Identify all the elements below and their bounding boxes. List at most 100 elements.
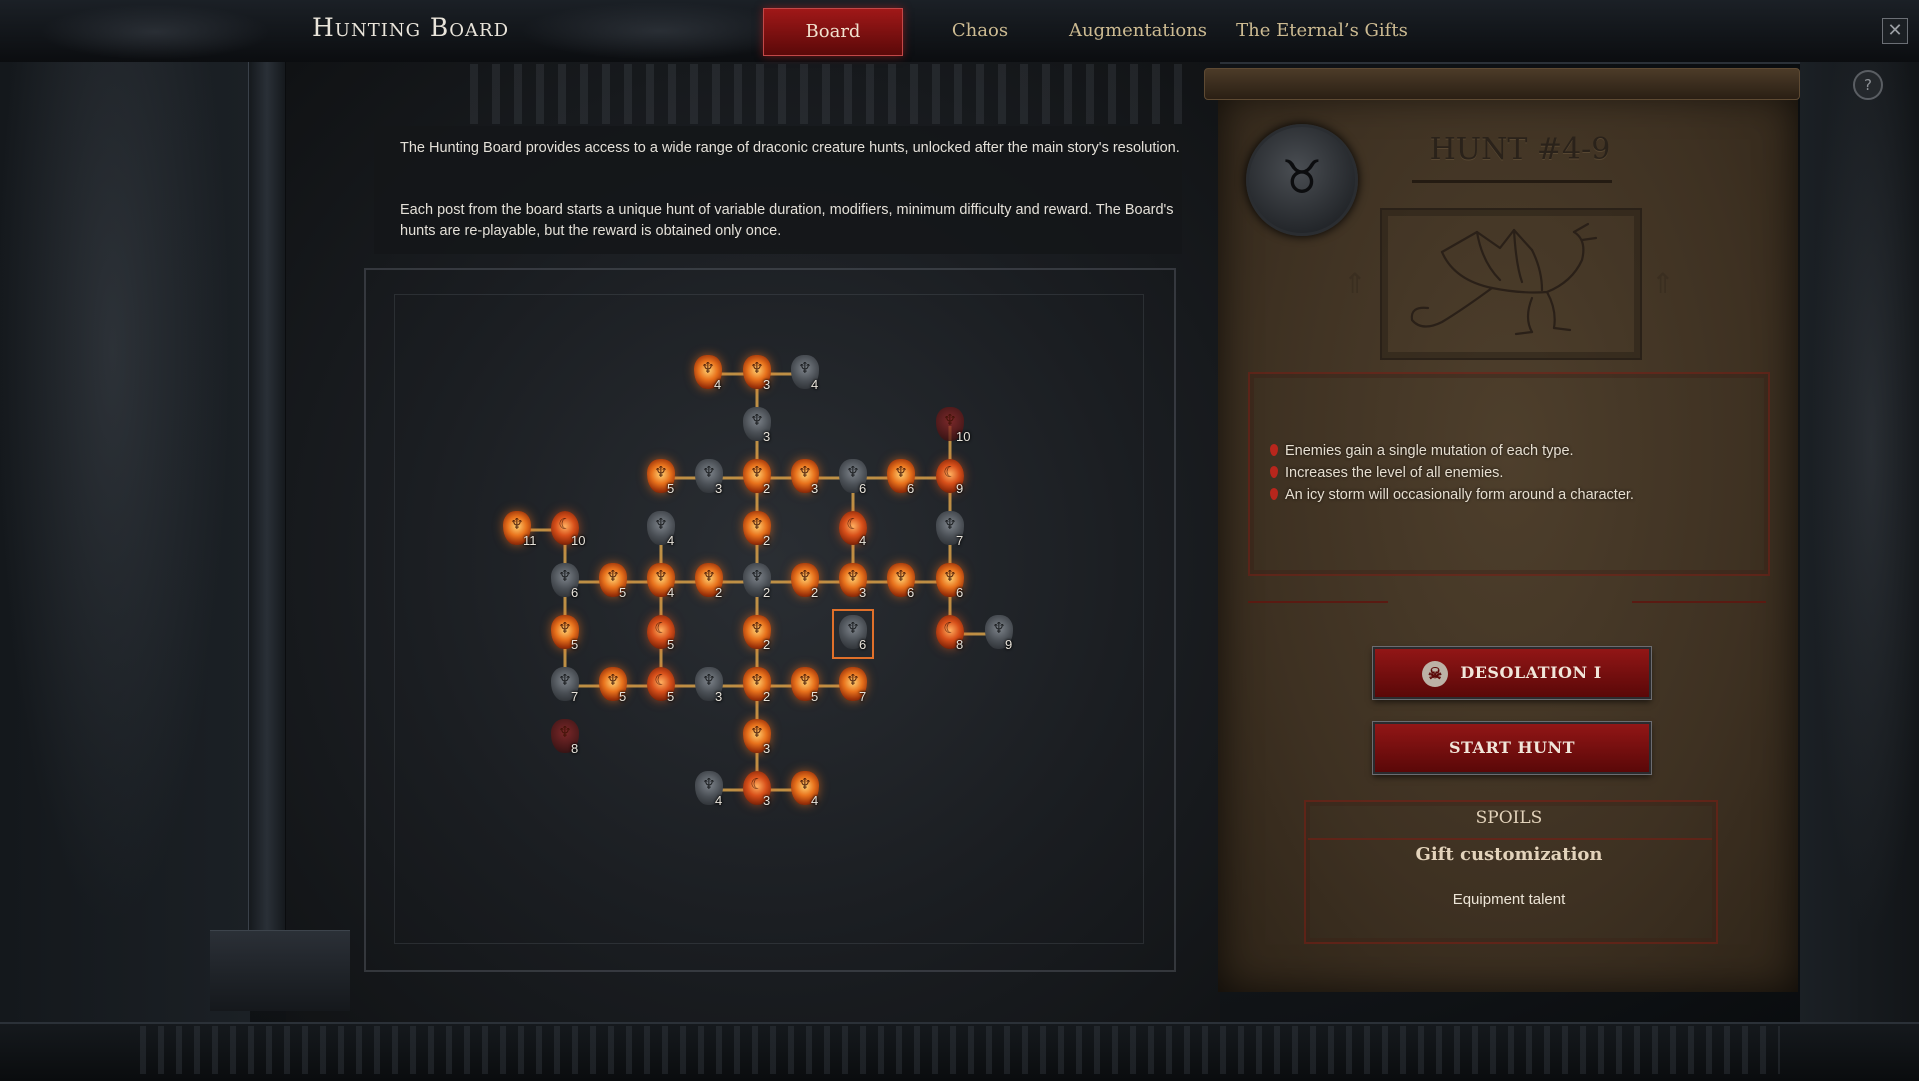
hunt-node[interactable]: ♆ 6 — [832, 609, 874, 659]
difficulty-skull-icon: ☠ — [1422, 660, 1449, 687]
hunt-node[interactable]: ♆ 2 — [740, 509, 774, 551]
hunt-node[interactable]: ♆ 2 — [692, 561, 726, 603]
node-glyph: ♆ — [558, 723, 572, 741]
spoils-divider — [1308, 838, 1712, 840]
node-level: 11 — [523, 533, 537, 548]
scroll-rod — [1204, 68, 1800, 100]
node-glyph: ☾ — [943, 463, 957, 481]
node-glyph: ♆ — [750, 723, 764, 741]
hunt-title: HUNT #4-9 — [1429, 132, 1611, 167]
hunt-node[interactable]: ♆ 2 — [740, 457, 774, 499]
hunt-node[interactable]: ♆ 4 — [788, 769, 822, 811]
node-level: 6 — [956, 585, 964, 600]
node-level: 5 — [619, 689, 627, 704]
hunt-node[interactable]: ♆ 5 — [596, 665, 630, 707]
node-level: 7 — [571, 689, 579, 704]
node-glyph: ♆ — [654, 463, 668, 481]
node-level: 6 — [907, 585, 915, 600]
node-glyph: ♆ — [654, 567, 668, 585]
hunt-node[interactable]: ♆ 6 — [884, 561, 918, 603]
node-level: 10 — [956, 429, 971, 444]
hunt-node[interactable]: ☾ 5 — [644, 665, 678, 707]
node-level: 5 — [619, 585, 627, 600]
hunt-node[interactable]: ☾ 5 — [644, 613, 678, 655]
hunt-node[interactable]: ♆ 4 — [644, 509, 678, 551]
hunt-node[interactable]: ♆ 3 — [692, 665, 726, 707]
hunt-node[interactable]: ♆ 3 — [740, 353, 774, 395]
node-glyph: ♆ — [510, 515, 524, 533]
hunt-node[interactable]: ♆ 3 — [692, 457, 726, 499]
hunt-node[interactable]: ♆ 3 — [740, 405, 774, 447]
hunt-node[interactable]: ♆ 7 — [933, 509, 967, 551]
node-glyph: ♆ — [558, 567, 572, 585]
hunt-node[interactable]: ♆ 5 — [788, 665, 822, 707]
hunt-node[interactable]: ♆ 9 — [982, 613, 1016, 655]
node-level: 6 — [859, 637, 867, 652]
blood-drop-icon — [1270, 488, 1278, 500]
hunt-node[interactable]: ☾ 8 — [933, 613, 967, 655]
hunt-node[interactable]: ♆ 6 — [884, 457, 918, 499]
hunt-node[interactable]: ♆ 3 — [788, 457, 822, 499]
node-level: 5 — [667, 689, 675, 704]
node-level: 2 — [715, 585, 723, 600]
node-glyph: ♆ — [798, 463, 812, 481]
hunt-node[interactable]: ♆ 6 — [836, 457, 870, 499]
node-glyph: ♆ — [750, 411, 764, 429]
hunt-node[interactable]: ♆ 4 — [692, 769, 726, 811]
node-glyph: ♆ — [606, 671, 620, 689]
node-glyph: ♆ — [846, 567, 860, 585]
node-level: 5 — [667, 637, 675, 652]
hunt-node[interactable]: ♆ 4 — [644, 561, 678, 603]
hunt-node[interactable]: ♆ 2 — [740, 665, 774, 707]
node-glyph: ♆ — [846, 619, 860, 637]
node-glyph: ♆ — [894, 463, 908, 481]
modifier-item: Increases the level of all enemies. — [1270, 465, 1503, 481]
hunt-node[interactable]: ♆ 2 — [788, 561, 822, 603]
modifier-item: An icy storm will occasionally form arou… — [1270, 487, 1634, 503]
difficulty-button[interactable]: ☠ DESOLATION I — [1373, 647, 1651, 699]
hunt-node[interactable]: ♆ 8 — [548, 717, 582, 759]
node-glyph: ♆ — [654, 515, 668, 533]
node-level: 6 — [859, 481, 867, 496]
hunt-node[interactable]: ♆ 5 — [596, 561, 630, 603]
node-level: 8 — [956, 637, 964, 652]
hunt-node[interactable]: ♆ 6 — [933, 561, 967, 603]
hunt-node[interactable]: ♆ 6 — [548, 561, 582, 603]
rune-arrow-icon: ⇑ — [1343, 267, 1367, 300]
hunt-node[interactable]: ♆ 3 — [836, 561, 870, 603]
node-glyph: ♆ — [558, 671, 572, 689]
start-hunt-button[interactable]: START HUNT — [1373, 722, 1651, 774]
spoils-subtitle: Equipment talent — [1452, 891, 1566, 908]
node-glyph: ♆ — [750, 463, 764, 481]
hunt-node[interactable]: ☾ 3 — [740, 769, 774, 811]
node-glyph: ♆ — [750, 515, 764, 533]
hunt-node[interactable]: ♆ 7 — [836, 665, 870, 707]
node-glyph: ♆ — [702, 775, 716, 793]
hunt-node[interactable]: ♆ 10 — [933, 405, 971, 447]
hunt-node[interactable]: ♆ 4 — [788, 353, 822, 395]
hunt-node[interactable]: ♆ 5 — [548, 613, 582, 655]
hunt-node[interactable]: ♆ 2 — [740, 561, 774, 603]
node-glyph: ♆ — [846, 671, 860, 689]
hunt-node[interactable]: ☾ 4 — [836, 509, 870, 551]
node-glyph: ♆ — [798, 359, 812, 377]
dragon-creature-icon — [1410, 222, 1598, 336]
hunt-node[interactable]: ♆ 4 — [691, 353, 725, 395]
hunt-node[interactable]: ♆ 7 — [548, 665, 582, 707]
node-level: 4 — [667, 533, 675, 548]
node-glyph: ♆ — [750, 671, 764, 689]
hunt-node[interactable]: ☾ 10 — [548, 509, 585, 551]
node-level: 6 — [571, 585, 579, 600]
hunt-node[interactable]: ♆ 5 — [644, 457, 678, 499]
hunt-node[interactable]: ♆ 2 — [740, 613, 774, 655]
node-level: 4 — [811, 377, 819, 392]
difficulty-label: DESOLATION I — [1460, 663, 1602, 682]
node-level: 4 — [859, 533, 867, 548]
hunt-node[interactable]: ♆ 3 — [740, 717, 774, 759]
node-level: 5 — [811, 689, 819, 704]
node-glyph: ♆ — [750, 619, 764, 637]
node-level: 6 — [907, 481, 915, 496]
node-glyph: ♆ — [943, 515, 957, 533]
hunt-node[interactable]: ♆ 11 — [500, 509, 537, 551]
hunt-node[interactable]: ☾ 9 — [933, 457, 967, 499]
